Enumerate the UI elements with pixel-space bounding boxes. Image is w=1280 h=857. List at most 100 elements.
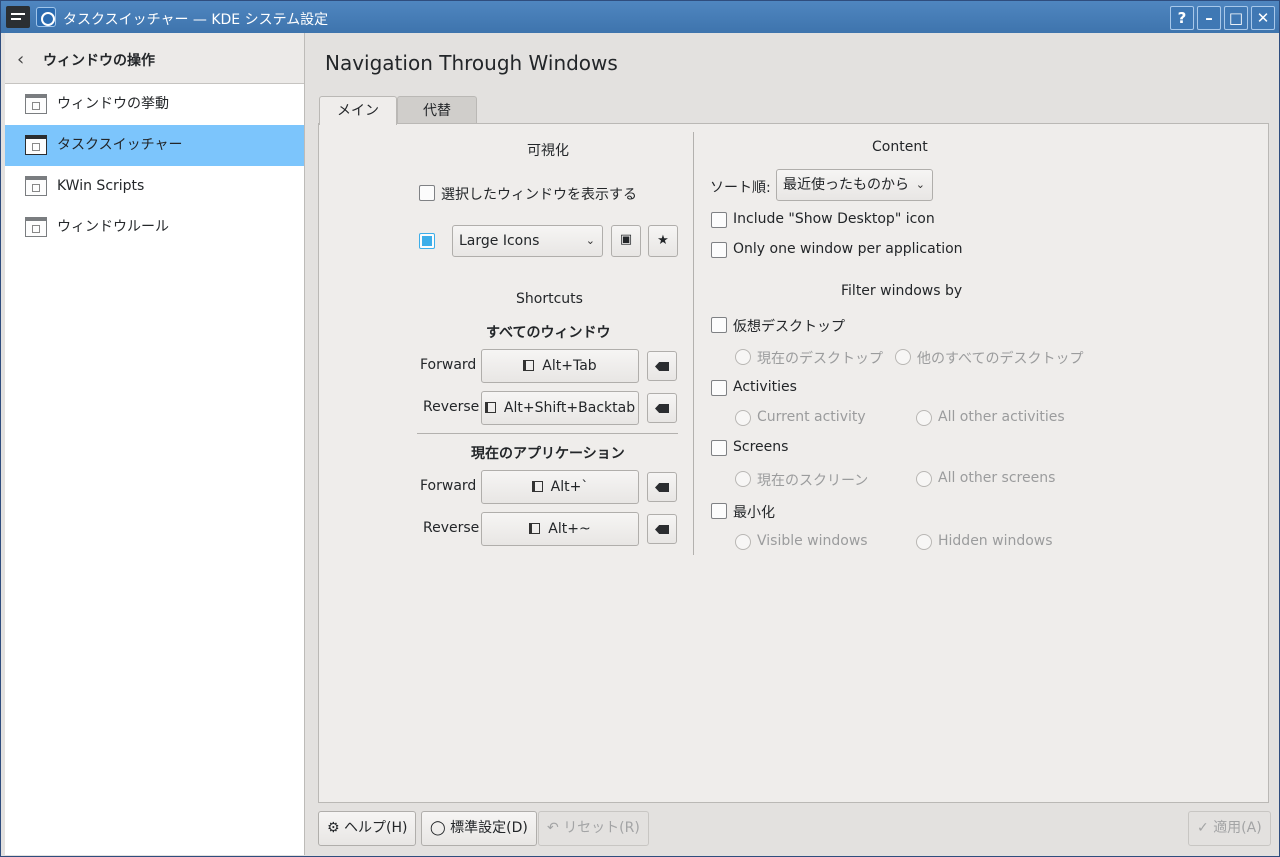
app-reverse-shortcut-button[interactable]: Alt+~ xyxy=(481,512,639,546)
keyboard-shortcut-icon xyxy=(484,402,496,413)
current-screen-radio[interactable] xyxy=(735,471,751,487)
app-forward-label: Forward xyxy=(420,478,477,494)
all-other-screens-label[interactable]: All other screens xyxy=(938,470,1055,486)
titlebar[interactable]: タスクスイッチャー — KDE システム設定 ? – □ ✕ xyxy=(1,1,1279,33)
chevron-down-icon: ⌄ xyxy=(915,178,925,191)
all-reverse-shortcut-button[interactable]: Alt+Shift+Backtab xyxy=(481,391,639,425)
filter-virtual-desktop-label[interactable]: 仮想デスクトップ xyxy=(733,316,845,336)
one-window-per-app-label[interactable]: Only one window per application xyxy=(733,241,963,257)
column-divider xyxy=(693,132,694,555)
include-desktop-checkbox[interactable] xyxy=(711,212,727,228)
current-activity-label[interactable]: Current activity xyxy=(757,409,866,425)
shortcuts-heading: Shortcuts xyxy=(516,291,583,307)
filter-virtual-desktop-checkbox[interactable] xyxy=(711,317,727,333)
all-other-desktops-label[interactable]: 他のすべてのデスクトップ xyxy=(917,348,1083,368)
filter-minimized-label[interactable]: 最小化 xyxy=(733,502,775,522)
help-footer-button[interactable]: ⚙ ヘルプ(H) xyxy=(318,811,417,846)
tab-alternative[interactable]: 代替 xyxy=(397,96,477,124)
content-area: Navigation Through Windows メイン 代替 可視化 選択… xyxy=(306,33,1278,855)
sidebar-item-kwin-scripts[interactable]: KWin Scripts xyxy=(5,166,304,207)
preview-button[interactable]: ▣ xyxy=(611,225,641,257)
close-button[interactable]: ✕ xyxy=(1251,6,1275,30)
effect-enable-checkbox[interactable] xyxy=(419,233,435,249)
get-new-switchers-button[interactable]: ★ xyxy=(648,225,678,257)
keyboard-shortcut-icon xyxy=(529,523,541,534)
window-rules-icon xyxy=(25,217,47,237)
sidebar-header[interactable]: ‹ ウィンドウの操作 xyxy=(5,33,304,84)
app-forward-shortcut-button[interactable]: Alt+` xyxy=(481,470,639,504)
script-icon xyxy=(25,176,47,196)
back-arrow-icon[interactable]: ‹ xyxy=(17,49,24,70)
tab-panel: 可視化 選択したウィンドウを表示する Large Icons ⌄ ▣ ★ Shor… xyxy=(318,123,1269,803)
shortcut-value: Alt+` xyxy=(550,479,589,495)
all-other-screens-radio[interactable] xyxy=(916,471,932,487)
filter-screens-label[interactable]: Screens xyxy=(733,439,788,455)
minimize-button[interactable]: – xyxy=(1197,6,1221,30)
task-switcher-icon xyxy=(25,135,47,155)
hidden-windows-label[interactable]: Hidden windows xyxy=(938,533,1053,549)
include-desktop-label[interactable]: Include "Show Desktop" icon xyxy=(733,211,935,227)
document-defaults-icon: ◯ xyxy=(430,820,451,836)
current-desktop-label[interactable]: 現在のデスクトップ xyxy=(757,348,883,368)
sidebar-item-window-rules[interactable]: ウィンドウルール xyxy=(5,207,304,248)
sidebar-item-label: ウィンドウの挙動 xyxy=(57,96,169,112)
all-forward-shortcut-button[interactable]: Alt+Tab xyxy=(481,349,639,383)
filter-activities-label[interactable]: Activities xyxy=(733,379,797,395)
image-icon: ▣ xyxy=(619,232,633,247)
current-activity-radio[interactable] xyxy=(735,410,751,426)
show-selected-window-checkbox[interactable] xyxy=(419,185,435,201)
keyboard-shortcut-icon xyxy=(523,360,535,371)
all-other-activities-radio[interactable] xyxy=(916,410,932,426)
shortcut-separator xyxy=(417,433,678,434)
hidden-windows-radio[interactable] xyxy=(916,534,932,550)
visible-windows-radio[interactable] xyxy=(735,534,751,550)
all-other-desktops-radio[interactable] xyxy=(895,349,911,365)
sidebar-item-label: KWin Scripts xyxy=(57,178,145,194)
clear-app-forward-button[interactable] xyxy=(647,472,677,502)
one-window-per-app-checkbox[interactable] xyxy=(711,242,727,258)
shortcut-value: Alt+Tab xyxy=(542,358,597,374)
sidebar-item-window-behavior[interactable]: ウィンドウの挙動 xyxy=(5,84,304,125)
sidebar: ‹ ウィンドウの操作 ウィンドウの挙動 タスクスイッチャー KWin Scrip… xyxy=(5,33,305,855)
sidebar-item-label: タスクスイッチャー xyxy=(57,137,183,153)
sidebar-item-label: ウィンドウルール xyxy=(57,219,169,235)
star-icon: ★ xyxy=(657,233,669,248)
effect-combobox[interactable]: Large Icons ⌄ xyxy=(452,225,603,257)
clear-app-reverse-button[interactable] xyxy=(647,514,677,544)
app-reverse-label: Reverse xyxy=(423,520,480,536)
help-footer-label: ヘルプ(H) xyxy=(344,820,408,836)
all-windows-heading: すべてのウィンドウ xyxy=(486,325,611,341)
chevron-down-icon: ⌄ xyxy=(585,234,595,247)
sidebar-item-task-switcher[interactable]: タスクスイッチャー xyxy=(5,125,304,166)
apply-button[interactable]: ✓ 適用(A) xyxy=(1188,811,1271,846)
current-app-heading: 現在のアプリケーション xyxy=(471,446,625,462)
filter-screens-checkbox[interactable] xyxy=(711,440,727,456)
sort-order-combobox[interactable]: 最近使ったものから ⌄ xyxy=(776,169,933,201)
clear-all-forward-button[interactable] xyxy=(647,351,677,381)
clear-all-reverse-button[interactable] xyxy=(647,393,677,423)
system-settings-window: タスクスイッチャー — KDE システム設定 ? – □ ✕ ‹ ウィンドウの操… xyxy=(0,0,1280,857)
filter-minimized-checkbox[interactable] xyxy=(711,503,727,519)
defaults-label: 標準設定(D) xyxy=(450,820,528,836)
effect-value: Large Icons xyxy=(459,233,540,249)
tab-main[interactable]: メイン xyxy=(319,96,397,125)
current-desktop-radio[interactable] xyxy=(735,349,751,365)
keep-above-icon[interactable] xyxy=(36,7,56,27)
sidebar-category-title: ウィンドウの操作 xyxy=(43,53,155,69)
reset-button[interactable]: ↶ リセット(R) xyxy=(538,811,649,846)
keyboard-shortcut-icon xyxy=(531,481,543,492)
filter-activities-checkbox[interactable] xyxy=(711,380,727,396)
defaults-button[interactable]: ◯ 標準設定(D) xyxy=(421,811,537,846)
help-button[interactable]: ? xyxy=(1170,6,1194,30)
sort-order-label: ソート順: xyxy=(710,180,771,196)
window-menu-icon[interactable] xyxy=(6,6,30,28)
reset-label: リセット(R) xyxy=(563,820,640,836)
shortcut-value: Alt+Shift+Backtab xyxy=(503,400,636,416)
maximize-button[interactable]: □ xyxy=(1224,6,1248,30)
all-other-activities-label[interactable]: All other activities xyxy=(938,409,1065,425)
sort-order-value: 最近使ったものから xyxy=(783,177,909,193)
current-screen-label[interactable]: 現在のスクリーン xyxy=(757,470,868,490)
visible-windows-label[interactable]: Visible windows xyxy=(757,533,868,549)
show-selected-window-label[interactable]: 選択したウィンドウを表示する xyxy=(441,184,637,204)
apply-label: 適用(A) xyxy=(1213,820,1262,836)
